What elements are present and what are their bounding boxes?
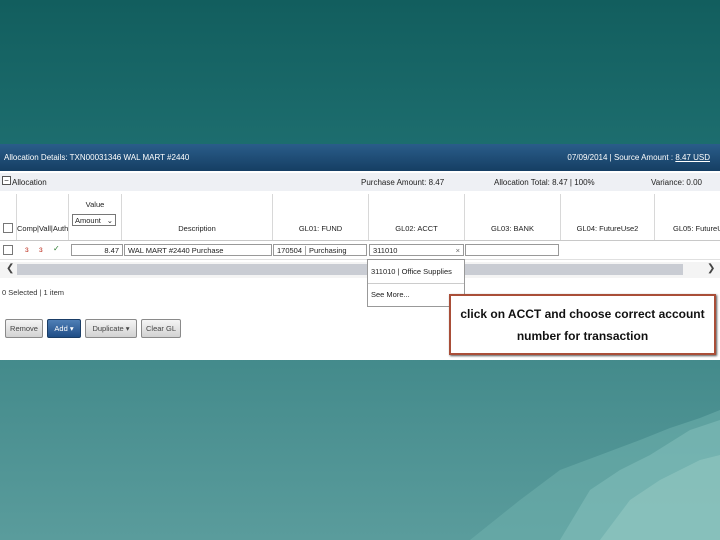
select-all-column xyxy=(0,194,17,240)
description-input[interactable]: WAL MART #2440 Purchase xyxy=(124,244,272,256)
purchase-amount: Purchase Amount: 8.47 xyxy=(361,178,445,187)
scroll-left-icon[interactable]: ❮ xyxy=(6,263,14,274)
table-row: ɜ ɜ ✓ 8.47 WAL MART #2440 Purchase 17050… xyxy=(0,241,720,260)
clear-gl-button[interactable]: Clear GL xyxy=(141,319,181,338)
gl04-column: GL04: FutureUse2 xyxy=(561,194,655,240)
value-column: Value Amount ⌄ xyxy=(69,194,122,240)
gl03-header: GL03: BANK xyxy=(491,224,534,233)
gl02-acct-input[interactable]: 311010 × xyxy=(369,244,464,256)
duplicate-button[interactable]: Duplicate ▾ xyxy=(85,319,137,338)
chevron-down-icon: ⌄ xyxy=(106,216,113,225)
section-label: Allocation xyxy=(12,178,47,187)
comp-vall-auth-column: Comp|Vall|Auth xyxy=(17,194,69,240)
compliance-icon: ɜ xyxy=(25,245,29,254)
comp-vall-auth-header: Comp|Vall|Auth xyxy=(17,224,69,233)
gl01-header: GL01: FUND xyxy=(298,224,343,233)
check-icon: ✓ xyxy=(53,244,60,253)
gl01-code: 170504 xyxy=(277,246,303,255)
allocation-total: Allocation Total: 8.47 | 100% xyxy=(494,178,595,187)
variance: Variance: 0.00 xyxy=(651,178,702,187)
callout-line-2: number for transaction xyxy=(516,329,649,343)
description-column: Description xyxy=(122,194,273,240)
scrollbar-thumb[interactable] xyxy=(17,264,683,275)
value-header: Value xyxy=(85,200,105,209)
gl01-name: Purchasing xyxy=(305,246,347,255)
gl05-header: GL05: FutureU xyxy=(673,224,720,233)
gl03-input[interactable] xyxy=(465,244,559,256)
selection-status: 0 Selected | 1 item xyxy=(2,288,64,297)
clear-icon[interactable]: × xyxy=(456,245,460,255)
add-button[interactable]: Add ▾ xyxy=(47,319,81,338)
description-header: Description xyxy=(178,224,216,233)
title-bar: Allocation Details: TXN00031346 WAL MART… xyxy=(0,144,720,171)
scroll-right-icon[interactable]: ❯ xyxy=(707,263,715,274)
callout-line-1: click on ACCT and choose correct account xyxy=(460,307,705,321)
gl02-column: GL02: ACCT xyxy=(369,194,465,240)
source-amount: 07/09/2014 | Source Amount : 8.47 USD xyxy=(567,153,710,162)
collapse-icon[interactable]: − xyxy=(2,176,11,185)
gl01-column: GL01: FUND xyxy=(273,194,369,240)
gl03-column: GL03: BANK xyxy=(465,194,561,240)
gl01-input[interactable]: 170504 Purchasing xyxy=(273,244,367,256)
grid-header: Comp|Vall|Auth Value Amount ⌄ Description… xyxy=(0,194,720,241)
value-type-selected: Amount xyxy=(75,216,101,225)
gl02-value: 311010 xyxy=(373,246,398,255)
gl02-header: GL02: ACCT xyxy=(395,224,438,233)
window-title: Allocation Details: TXN00031346 WAL MART… xyxy=(4,153,190,162)
row-checkbox[interactable] xyxy=(3,245,13,255)
value-type-select[interactable]: Amount ⌄ xyxy=(72,214,116,226)
gl05-column: GL05: FutureU xyxy=(655,194,720,240)
validation-icon: ɜ xyxy=(39,245,43,254)
gl04-header: GL04: FutureUse2 xyxy=(576,224,639,233)
horizontal-scrollbar[interactable]: ❮ ❯ xyxy=(0,262,720,278)
dropdown-see-more[interactable]: See More... xyxy=(371,290,410,299)
instruction-callout: click on ACCT and choose correct account… xyxy=(449,294,716,355)
source-amount-link[interactable]: 8.47 USD xyxy=(675,153,710,162)
select-all-checkbox[interactable] xyxy=(3,223,13,233)
value-input[interactable]: 8.47 xyxy=(71,244,123,256)
dropdown-option-office-supplies[interactable]: 311010 | Office Supplies xyxy=(371,267,452,276)
date-source-text: 07/09/2014 | Source Amount : xyxy=(567,153,676,162)
remove-button[interactable]: Remove xyxy=(5,319,43,338)
dropdown-divider xyxy=(368,283,464,284)
allocation-section-header: − Allocation Purchase Amount: 8.47 Alloc… xyxy=(0,173,720,191)
